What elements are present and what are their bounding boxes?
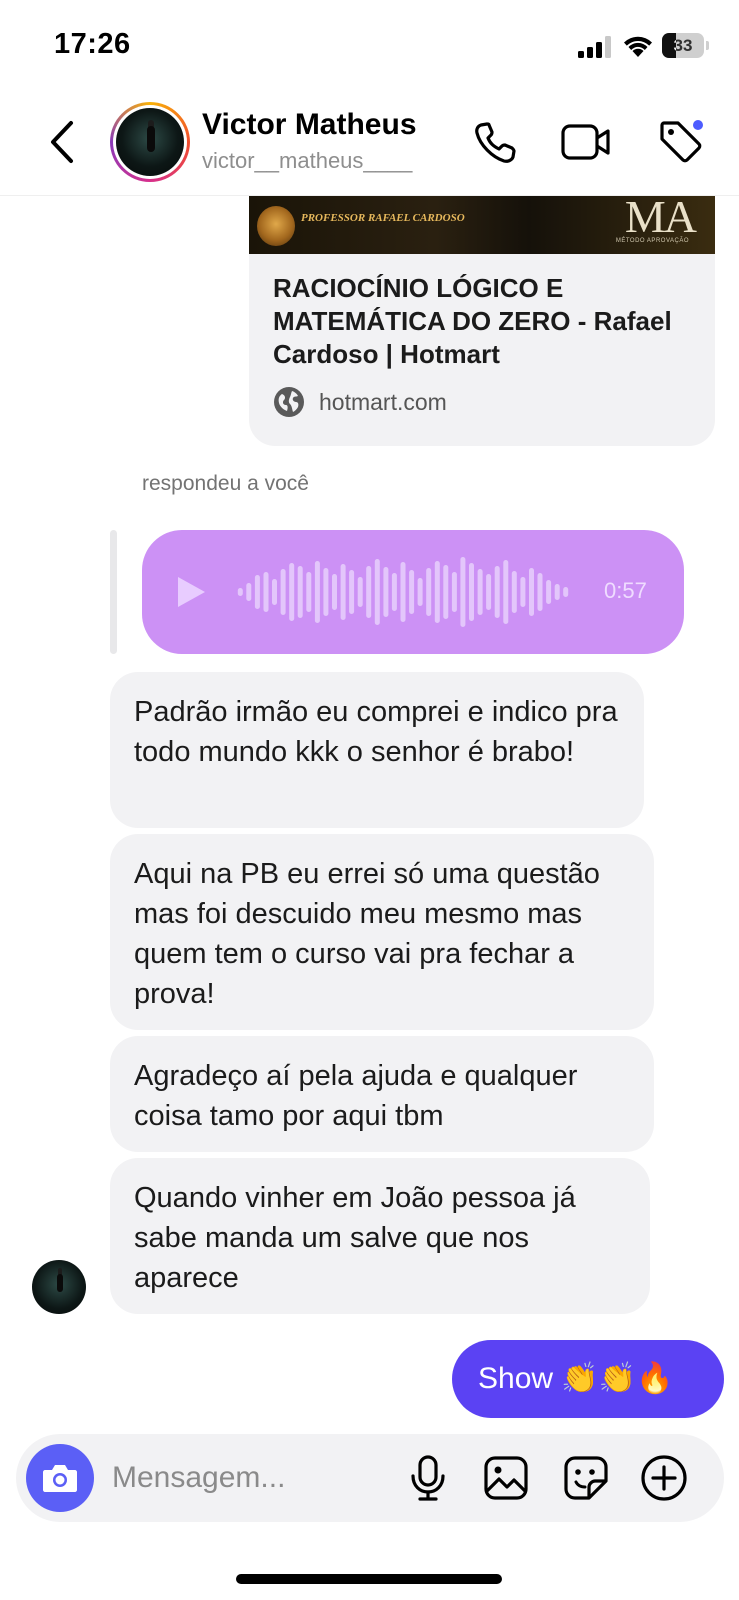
waveform-bar xyxy=(289,563,295,621)
video-call-button[interactable] xyxy=(560,116,612,168)
microphone-icon xyxy=(411,1455,445,1501)
waveform-bar xyxy=(469,563,474,621)
avatar-photo xyxy=(116,108,184,176)
audio-waveform[interactable] xyxy=(236,552,570,632)
waveform-bar xyxy=(237,588,243,596)
waveform-bar xyxy=(417,578,423,606)
camera-icon xyxy=(43,1465,77,1492)
battery-icon: 33 xyxy=(662,33,710,58)
home-indicator xyxy=(236,1574,502,1584)
status-time: 17:26 xyxy=(54,28,131,60)
link-preview-title: RACIOCÍNIO LÓGICO E MATEMÁTICA DO ZERO -… xyxy=(273,273,672,369)
link-preview-domain: hotmart.com xyxy=(319,388,447,415)
waveform-bar xyxy=(477,569,483,615)
waveform-bar xyxy=(409,570,415,614)
voice-message-button[interactable] xyxy=(402,1452,454,1504)
waveform-bar xyxy=(254,575,260,609)
waveform-bar xyxy=(340,564,346,620)
battery-level: 33 xyxy=(673,36,693,55)
waveform-bar xyxy=(529,568,534,616)
phone-icon xyxy=(475,122,516,163)
incoming-message[interactable]: Padrão irmão eu comprei e indico pra tod… xyxy=(110,672,644,828)
lion-logo-icon xyxy=(257,206,295,246)
waveform-bar xyxy=(272,579,277,605)
contact-name[interactable]: Victor Matheus xyxy=(202,108,417,142)
globe-icon xyxy=(274,387,304,417)
play-icon[interactable] xyxy=(174,574,208,610)
waveform-bar xyxy=(297,566,303,618)
waveform-bar xyxy=(263,572,269,612)
waveform-bar xyxy=(332,574,337,610)
call-button[interactable] xyxy=(470,116,522,168)
audio-message[interactable]: 0:57 xyxy=(142,530,684,654)
waveform-bar xyxy=(374,559,380,625)
waveform-bar xyxy=(383,567,389,617)
sticker-button[interactable] xyxy=(560,1452,612,1504)
incoming-message[interactable]: Agradeço aí pela ajuda e qualquer coisa … xyxy=(110,1036,654,1152)
back-icon xyxy=(51,121,73,163)
gallery-button[interactable] xyxy=(480,1452,532,1504)
waveform-bar xyxy=(314,561,320,623)
waveform-bar xyxy=(460,557,466,627)
waveform-bar xyxy=(503,560,509,624)
contact-handle[interactable]: victor__matheus____ xyxy=(202,148,412,174)
status-bar: 17:26 33 xyxy=(0,0,739,90)
waveform-bar xyxy=(366,566,372,618)
sender-avatar[interactable] xyxy=(32,1260,86,1314)
camera-button[interactable] xyxy=(26,1444,94,1512)
waveform-bar xyxy=(434,561,440,623)
waveform-bar xyxy=(246,583,252,601)
tag-button[interactable] xyxy=(655,116,707,168)
incoming-message[interactable]: Aqui na PB eu errei só uma questão mas f… xyxy=(110,834,654,1030)
message-composer xyxy=(16,1434,724,1522)
waveform-bar xyxy=(563,587,569,597)
banner-subtitle: MÉTODO APROVAÇÃO xyxy=(615,238,689,244)
waveform-bar xyxy=(306,572,312,612)
reply-quote-bar xyxy=(110,530,117,654)
chat-header: Victor Matheus victor__matheus____ xyxy=(0,90,739,196)
waveform-bar xyxy=(537,573,543,611)
waveform-bar xyxy=(554,584,560,600)
audio-duration: 0:57 xyxy=(604,578,647,603)
reply-label: respondeu a você xyxy=(142,472,309,495)
waveform-bar xyxy=(443,565,449,619)
waveform-bar xyxy=(511,571,517,613)
gallery-icon xyxy=(484,1456,528,1500)
outgoing-message[interactable]: Show 👏👏🔥 xyxy=(452,1340,724,1418)
waveform-bar xyxy=(520,577,526,607)
wifi-icon xyxy=(624,36,652,57)
message-input[interactable] xyxy=(112,1454,392,1502)
notification-dot xyxy=(691,118,705,132)
banner-logo: MA xyxy=(624,191,697,242)
waveform-bar xyxy=(426,568,432,616)
sticker-icon xyxy=(564,1456,608,1500)
plus-icon xyxy=(641,1455,687,1501)
banner-professor-text: PROFESSOR RAFAEL CARDOSO xyxy=(301,212,465,224)
incoming-message[interactable]: Quando vinher em João pessoa já sabe man… xyxy=(110,1158,650,1314)
video-camera-icon xyxy=(561,124,610,160)
signal-icon xyxy=(578,36,611,58)
waveform-bar xyxy=(391,573,397,611)
contact-avatar[interactable] xyxy=(110,102,190,182)
waveform-bar xyxy=(451,572,457,612)
waveform-bar xyxy=(400,562,406,622)
waveform-bar xyxy=(494,566,500,618)
waveform-bar xyxy=(280,569,286,615)
waveform-bar xyxy=(323,568,329,616)
more-button[interactable] xyxy=(638,1452,690,1504)
waveform-bar xyxy=(546,580,552,604)
back-button[interactable] xyxy=(40,114,84,170)
waveform-bar xyxy=(349,570,355,614)
waveform-bar xyxy=(357,577,363,607)
link-preview-site: hotmart.com xyxy=(273,386,447,418)
waveform-bar xyxy=(486,574,492,610)
